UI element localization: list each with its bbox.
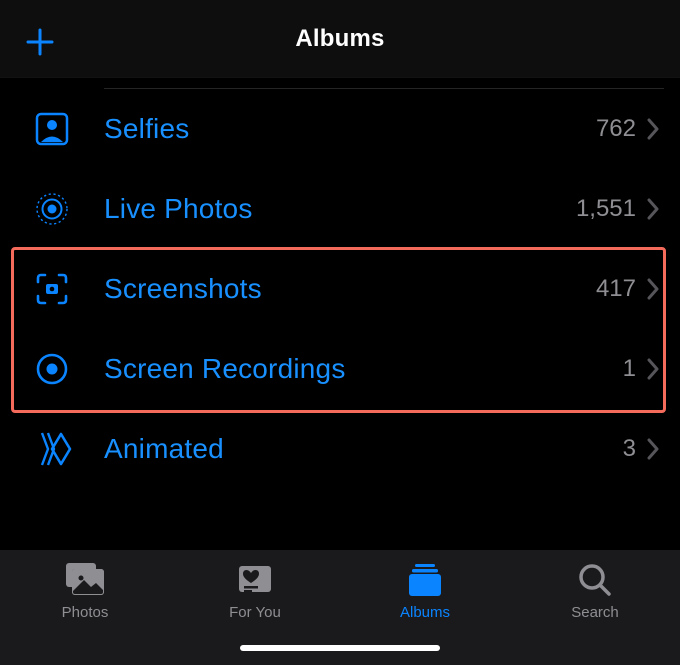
livephoto-icon xyxy=(34,191,70,227)
plus-icon xyxy=(24,26,56,58)
tab-label: Search xyxy=(571,604,619,621)
tab-albums[interactable]: Albums xyxy=(340,560,510,621)
home-indicator[interactable] xyxy=(240,645,440,651)
person-square-icon xyxy=(34,111,70,147)
chevron-right-icon xyxy=(646,118,660,140)
list-item-label: Screenshots xyxy=(104,273,262,305)
list-item-screen-recordings[interactable]: Screen Recordings 1 xyxy=(0,329,680,409)
list-item-screenshots[interactable]: Screenshots 417 xyxy=(0,249,680,329)
foryou-tab-icon xyxy=(234,560,276,600)
media-types-list: Selfies 762 Live Photos xyxy=(0,78,680,550)
animated-icon xyxy=(34,431,74,467)
record-icon xyxy=(34,351,70,387)
tab-label: Albums xyxy=(400,604,450,621)
chevron-right-icon xyxy=(646,358,660,380)
list-item-count: 417 xyxy=(596,275,636,303)
chevron-right-icon xyxy=(646,438,660,460)
tab-photos[interactable]: Photos xyxy=(0,560,170,621)
list-item-label: Live Photos xyxy=(104,193,253,225)
tab-for-you[interactable]: For You xyxy=(170,560,340,621)
tab-label: Photos xyxy=(62,604,109,621)
app-screen: Albums Selfies 762 xyxy=(0,0,680,665)
list-item-count: 1 xyxy=(623,355,636,383)
list-item-label: Animated xyxy=(104,433,224,465)
list-item-count: 762 xyxy=(596,115,636,143)
chevron-right-icon xyxy=(646,278,660,300)
list-item-selfies[interactable]: Selfies 762 xyxy=(0,89,680,169)
list-item-live-photos[interactable]: Live Photos 1,551 xyxy=(0,169,680,249)
list-item-count: 1,551 xyxy=(576,195,636,223)
navbar: Albums xyxy=(0,0,680,78)
tab-label: For You xyxy=(229,604,281,621)
search-tab-icon xyxy=(575,560,615,600)
screenshot-icon xyxy=(34,271,70,307)
tab-bar: Photos For You Albums Sear xyxy=(0,550,680,665)
list-item-label: Screen Recordings xyxy=(104,353,346,385)
tab-search[interactable]: Search xyxy=(510,560,680,621)
page-title: Albums xyxy=(295,25,384,53)
list-item-label: Selfies xyxy=(104,113,189,145)
photos-tab-icon xyxy=(62,560,108,600)
list-item-count: 3 xyxy=(623,435,636,463)
add-button[interactable] xyxy=(18,20,62,64)
chevron-right-icon xyxy=(646,198,660,220)
albums-tab-icon xyxy=(403,560,447,600)
list-item-animated[interactable]: Animated 3 xyxy=(0,409,680,489)
